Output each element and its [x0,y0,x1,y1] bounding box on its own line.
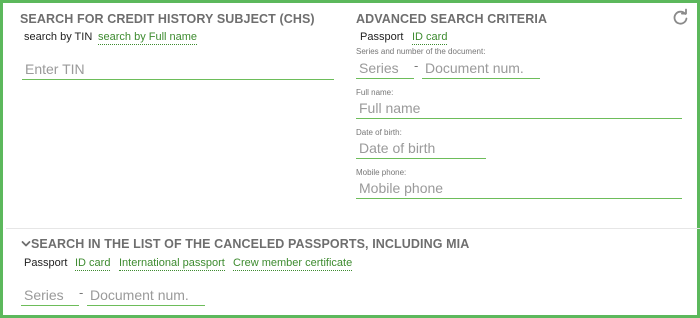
adv-series-input[interactable] [356,59,417,77]
adv-docnum-input[interactable] [422,59,543,77]
tab-international-passport[interactable]: International passport [119,257,225,271]
tin-input[interactable] [22,60,337,78]
adv-series-dash: - [414,58,419,73]
tab-canceled-passport[interactable]: Passport [24,257,67,269]
dob-field [356,139,489,159]
tin-field [22,60,337,80]
tab-search-by-full-name[interactable]: search by Full name [98,31,198,45]
mobile-label: Mobile phone: [356,168,407,177]
tab-canceled-id-card[interactable]: ID card [75,257,111,271]
document-label: Series and number of the document: [356,47,486,56]
canceled-series-field [21,286,82,306]
adv-docnum-field [422,59,543,79]
canceled-title[interactable]: SEARCH IN THE LIST OF THE CANCELED PASSP… [31,237,469,251]
canceled-docnum-input[interactable] [87,286,208,304]
refresh-icon[interactable] [671,8,689,26]
mobile-field [356,179,685,199]
tab-adv-passport[interactable]: Passport [360,31,403,43]
chevron-down-icon[interactable] [21,239,31,249]
chs-title: SEARCH FOR CREDIT HISTORY SUBJECT (CHS) [20,12,315,26]
search-panel: SEARCH FOR CREDIT HISTORY SUBJECT (CHS) … [0,0,700,318]
mobile-input[interactable] [356,179,685,197]
tab-adv-id-card[interactable]: ID card [412,31,448,45]
fullname-label: Full name: [356,88,394,97]
canceled-series-dash: - [79,285,84,300]
canceled-docnum-field [87,286,208,306]
canceled-series-input[interactable] [21,286,82,304]
dob-input[interactable] [356,139,489,157]
dob-label: Date of birth: [356,128,402,137]
adv-series-field [356,59,417,79]
tab-crew-member-certificate[interactable]: Crew member certificate [233,257,353,271]
fullname-input[interactable] [356,99,685,117]
fullname-field [356,99,685,119]
tab-search-by-tin[interactable]: search by TIN [24,31,92,43]
advanced-title: ADVANCED SEARCH CRITERIA [356,12,548,26]
section-divider [6,228,700,229]
